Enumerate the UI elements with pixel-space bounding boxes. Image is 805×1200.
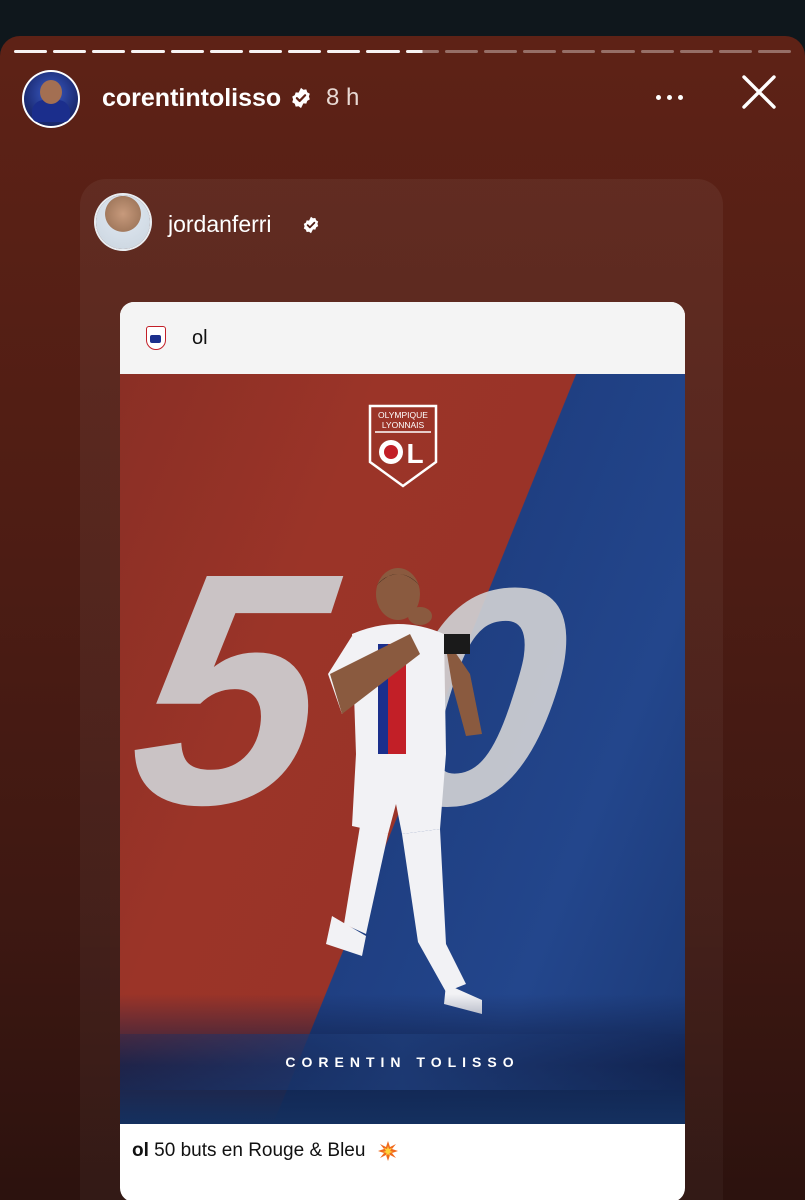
caption-account[interactable]: ol <box>132 1140 149 1161</box>
ol-logo-icon <box>146 326 166 350</box>
reposted-card[interactable]: jordanferri ol 5 0 OLYMPIQUE LYONNAIS L … <box>80 179 723 1200</box>
progress-segment <box>444 50 478 53</box>
repost-author-username[interactable]: jordanferri <box>168 211 272 238</box>
olympique-lyonnais-crest: OLYMPIQUE LYONNAIS L <box>368 404 438 488</box>
progress-segment <box>288 50 322 53</box>
progress-segment <box>209 50 243 53</box>
progress-segment <box>170 50 204 53</box>
verified-badge-icon <box>292 87 310 109</box>
player-figure <box>326 568 482 1014</box>
svg-text:OLYMPIQUE: OLYMPIQUE <box>378 410 428 420</box>
progress-segment <box>131 50 165 53</box>
player-name-band: CORENTIN TOLISSO <box>120 1034 685 1090</box>
post-account-name[interactable]: ol <box>192 327 208 350</box>
close-icon[interactable] <box>741 74 777 110</box>
progress-segment <box>562 50 596 53</box>
progress-segment <box>53 50 87 53</box>
verified-badge-icon <box>303 216 319 234</box>
progress-segment <box>601 50 635 53</box>
story-progress-bar <box>14 50 792 53</box>
post-time: 8 h <box>326 84 360 111</box>
progress-segment <box>14 50 48 53</box>
player-name: CORENTIN TOLISSO <box>285 1054 520 1070</box>
caption-text: 50 buts en Rouge & Bleu <box>154 1140 366 1162</box>
progress-segment <box>757 50 792 53</box>
repost-author-avatar[interactable] <box>96 195 150 249</box>
post-header: ol <box>120 302 685 374</box>
post-caption: ol 50 buts en Rouge & Bleu <box>132 1140 399 1162</box>
more-options-icon[interactable] <box>647 82 691 112</box>
embedded-post[interactable]: ol 5 0 OLYMPIQUE LYONNAIS L CORENTIN TOL… <box>120 302 685 1200</box>
progress-segment <box>248 50 283 53</box>
progress-segment <box>483 50 518 53</box>
progress-segment <box>405 50 439 53</box>
progress-segment <box>523 50 557 53</box>
progress-segment <box>92 50 126 53</box>
author-avatar[interactable] <box>22 70 80 128</box>
collision-emoji-icon <box>377 1141 398 1161</box>
progress-segment <box>640 50 674 53</box>
progress-segment <box>679 50 713 53</box>
author-username[interactable]: corentintolisso <box>102 84 281 113</box>
svg-text:LYONNAIS: LYONNAIS <box>382 420 425 430</box>
progress-segment <box>718 50 752 53</box>
progress-segment <box>327 50 361 53</box>
story-viewer[interactable]: corentintolisso 8 h jordanferri ol 5 0 O… <box>0 36 805 1200</box>
post-image: 5 0 OLYMPIQUE LYONNAIS L CORENTIN TOLISS… <box>120 374 685 1124</box>
svg-text:L: L <box>406 438 423 469</box>
avatar-face <box>40 80 62 104</box>
story-header: corentintolisso 8 h <box>22 70 783 128</box>
progress-segment <box>366 50 400 53</box>
